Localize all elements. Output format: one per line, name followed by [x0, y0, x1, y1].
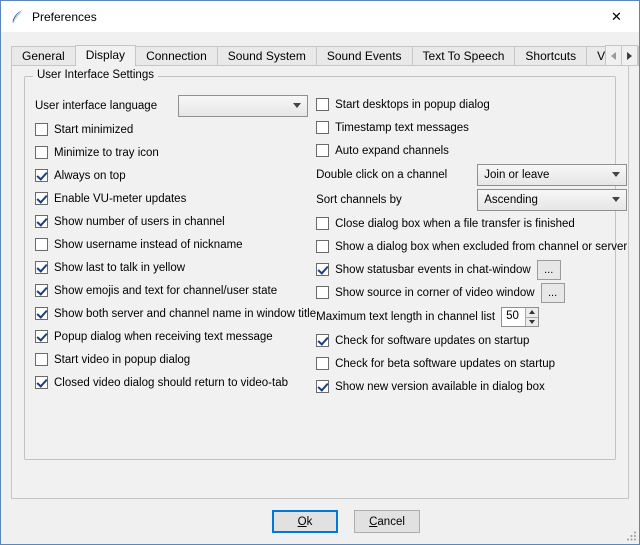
- language-select[interactable]: [178, 95, 308, 117]
- checkbox-timestamp-messages[interactable]: Timestamp text messages: [316, 116, 627, 139]
- tab-scroll-buttons: [605, 45, 638, 66]
- tab-sound-system[interactable]: Sound System: [217, 46, 317, 66]
- checkbox-box: [316, 334, 329, 347]
- video-source-row: Show source in corner of video window ..…: [316, 281, 627, 304]
- chevron-down-icon: [612, 172, 620, 177]
- sort-channels-label: Sort channels by: [316, 194, 402, 206]
- double-click-label: Double click on a channel: [316, 169, 447, 181]
- sort-channels-row: Sort channels by Ascending: [316, 187, 627, 212]
- checkbox-start-desktops-popup[interactable]: Start desktops in popup dialog: [316, 93, 627, 116]
- checkbox-box: [316, 217, 329, 230]
- left-settings-column: User interface language Start minimized …: [35, 93, 316, 398]
- checkbox-start-minimized[interactable]: Start minimized: [35, 118, 316, 141]
- checkbox-box: [35, 123, 48, 136]
- video-source-config-button[interactable]: ...: [541, 283, 565, 303]
- cancel-button[interactable]: Cancel: [354, 510, 420, 533]
- checkbox-box: [316, 357, 329, 370]
- tab-display[interactable]: Display: [75, 45, 136, 66]
- tab-scroll-left-button[interactable]: [605, 45, 622, 66]
- tab-connection[interactable]: Connection: [135, 46, 218, 66]
- window-title: Preferences: [32, 10, 97, 24]
- arrow-right-icon: [627, 52, 632, 60]
- checkbox-popup-on-text-message[interactable]: Popup dialog when receiving text message: [35, 325, 316, 348]
- dialog-button-bar: Ok Cancel: [1, 499, 639, 544]
- display-tab-panel: User Interface Settings User interface l…: [11, 65, 629, 499]
- checkbox-box: [35, 353, 48, 366]
- checkbox-emojis-text-state[interactable]: Show emojis and text for channel/user st…: [35, 279, 316, 302]
- arrow-left-icon: [611, 52, 616, 60]
- checkbox-box: [35, 169, 48, 182]
- preferences-window: Preferences ✕ General Display Connection…: [0, 0, 640, 545]
- resize-grip[interactable]: [625, 530, 637, 542]
- max-text-length-label: Maximum text length in channel list: [316, 311, 495, 323]
- checkbox-statusbar-events[interactable]: [316, 263, 329, 276]
- checkbox-box: [35, 261, 48, 274]
- sort-channels-select[interactable]: Ascending: [477, 189, 627, 211]
- double-click-channel-select[interactable]: Join or leave: [477, 164, 627, 186]
- checkbox-check-beta-updates[interactable]: Check for beta software updates on start…: [316, 352, 627, 375]
- checkbox-close-on-file-transfer[interactable]: Close dialog box when a file transfer is…: [316, 212, 627, 235]
- chevron-down-icon: [293, 103, 301, 108]
- tab-sound-events[interactable]: Sound Events: [316, 46, 413, 66]
- checkbox-box: [35, 307, 48, 320]
- checkbox-box: [35, 238, 48, 251]
- triangle-up-icon: [529, 310, 535, 314]
- checkbox-box: [316, 240, 329, 253]
- checkbox-video-source-corner[interactable]: [316, 286, 329, 299]
- checkbox-username-instead-nickname[interactable]: Show username instead of nickname: [35, 233, 316, 256]
- checkbox-minimize-to-tray[interactable]: Minimize to tray icon: [35, 141, 316, 164]
- checkbox-show-new-version-dialog[interactable]: Show new version available in dialog box: [316, 375, 627, 398]
- checkbox-video-return-to-tab[interactable]: Closed video dialog should return to vid…: [35, 371, 316, 394]
- max-text-length-row: Maximum text length in channel list 50: [316, 304, 627, 329]
- ok-button[interactable]: Ok: [272, 510, 338, 533]
- tab-shortcuts[interactable]: Shortcuts: [514, 46, 587, 66]
- checkbox-server-channel-in-title[interactable]: Show both server and channel name in win…: [35, 302, 316, 325]
- group-title: User Interface Settings: [33, 69, 158, 81]
- tab-general[interactable]: General: [11, 46, 76, 66]
- double-click-row: Double click on a channel Join or leave: [316, 162, 627, 187]
- checkbox-box: [35, 376, 48, 389]
- checkbox-box: [316, 121, 329, 134]
- checkbox-always-on-top[interactable]: Always on top: [35, 164, 316, 187]
- user-interface-settings-group: User Interface Settings User interface l…: [24, 76, 616, 460]
- checkbox-start-video-popup[interactable]: Start video in popup dialog: [35, 348, 316, 371]
- tab-text-to-speech[interactable]: Text To Speech: [412, 46, 516, 66]
- right-settings-column: Start desktops in popup dialog Timestamp…: [316, 93, 627, 398]
- checkbox-box: [35, 330, 48, 343]
- checkbox-box: [35, 192, 48, 205]
- app-logo-icon: [9, 9, 25, 25]
- triangle-down-icon: [529, 320, 535, 324]
- max-text-length-spinbox[interactable]: 50: [501, 307, 539, 327]
- checkbox-check-updates[interactable]: Check for software updates on startup: [316, 329, 627, 352]
- language-label: User interface language: [35, 100, 178, 112]
- spin-down-button[interactable]: [526, 317, 538, 326]
- close-icon: ✕: [611, 9, 622, 24]
- checkbox-last-to-talk-yellow[interactable]: Show last to talk in yellow: [35, 256, 316, 279]
- checkbox-box: [35, 284, 48, 297]
- checkbox-auto-expand-channels[interactable]: Auto expand channels: [316, 139, 627, 162]
- checkbox-box: [316, 380, 329, 393]
- tab-scroll-right-button[interactable]: [621, 45, 638, 66]
- checkbox-box: [35, 146, 48, 159]
- language-row: User interface language: [35, 93, 316, 118]
- close-button[interactable]: ✕: [594, 1, 639, 32]
- titlebar: Preferences ✕: [1, 1, 639, 32]
- checkbox-box: [316, 98, 329, 111]
- checkbox-show-user-count[interactable]: Show number of users in channel: [35, 210, 316, 233]
- checkbox-box: [35, 215, 48, 228]
- chevron-down-icon: [612, 197, 620, 202]
- statusbar-events-row: Show statusbar events in chat-window ...: [316, 258, 627, 281]
- checkbox-vu-meter-updates[interactable]: Enable VU-meter updates: [35, 187, 316, 210]
- spin-up-button[interactable]: [526, 308, 538, 317]
- checkbox-box: [316, 144, 329, 157]
- statusbar-events-config-button[interactable]: ...: [537, 260, 561, 280]
- tab-bar: General Display Connection Sound System …: [1, 32, 639, 66]
- checkbox-dialog-when-excluded[interactable]: Show a dialog box when excluded from cha…: [316, 235, 627, 258]
